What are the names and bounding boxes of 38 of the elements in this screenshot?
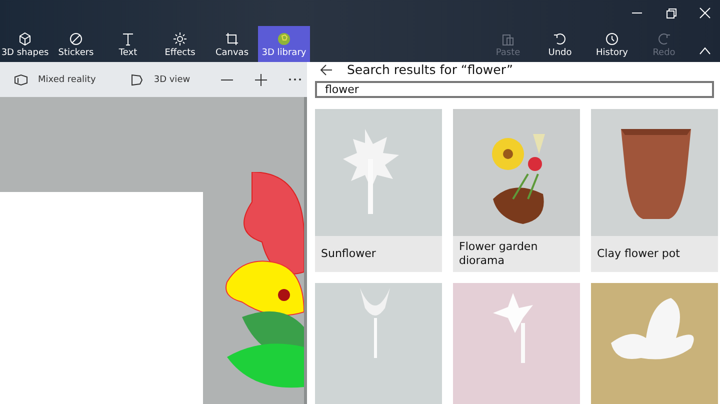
view-icon	[130, 72, 144, 86]
sticker-icon	[69, 32, 83, 46]
tool-button[interactable]: 3D shapes	[0, 26, 50, 62]
cube-icon	[18, 32, 32, 46]
back-icon[interactable]	[319, 62, 333, 76]
paste-icon	[501, 32, 515, 46]
tool-button[interactable]: Text	[102, 26, 154, 62]
tool-button[interactable]: Canvas	[206, 26, 258, 62]
view-button[interactable]: 3D view	[130, 72, 190, 86]
minus-icon	[220, 78, 234, 80]
zoom-in-button[interactable]	[254, 72, 268, 86]
tool-button[interactable]: Effects	[154, 26, 206, 62]
history-icon	[605, 32, 619, 46]
panel-title: Search results for “flower”	[347, 62, 513, 77]
action-button[interactable]: History	[586, 26, 638, 62]
tool-button[interactable]: 3D library	[258, 26, 310, 62]
action-button[interactable]: Undo	[534, 26, 586, 62]
sun-icon	[173, 32, 187, 46]
plus-icon	[254, 72, 268, 86]
result-card[interactable]: Sunflower	[315, 109, 442, 272]
close-icon[interactable]	[698, 6, 712, 20]
restore-icon[interactable]	[664, 6, 678, 20]
undo-icon	[553, 32, 567, 46]
search-field[interactable]: flower	[315, 81, 714, 98]
mixed-reality-icon	[14, 72, 28, 86]
text-icon	[121, 32, 135, 46]
more-icon	[288, 78, 302, 81]
tool-button[interactable]: Stickers	[50, 26, 102, 62]
result-card[interactable]: Flower garden diorama	[453, 109, 580, 272]
view-button[interactable]: Mixed reality	[14, 72, 96, 86]
more-button[interactable]	[288, 78, 302, 81]
result-title: Flower garden diorama	[458, 238, 539, 269]
result-title: Clay flower pot	[596, 246, 681, 262]
result-title: Sunflower	[320, 246, 377, 262]
redo-icon	[657, 32, 671, 46]
library-icon	[277, 32, 291, 46]
crop-icon	[225, 32, 239, 46]
result-card[interactable]: Clay flower pot	[591, 109, 718, 272]
